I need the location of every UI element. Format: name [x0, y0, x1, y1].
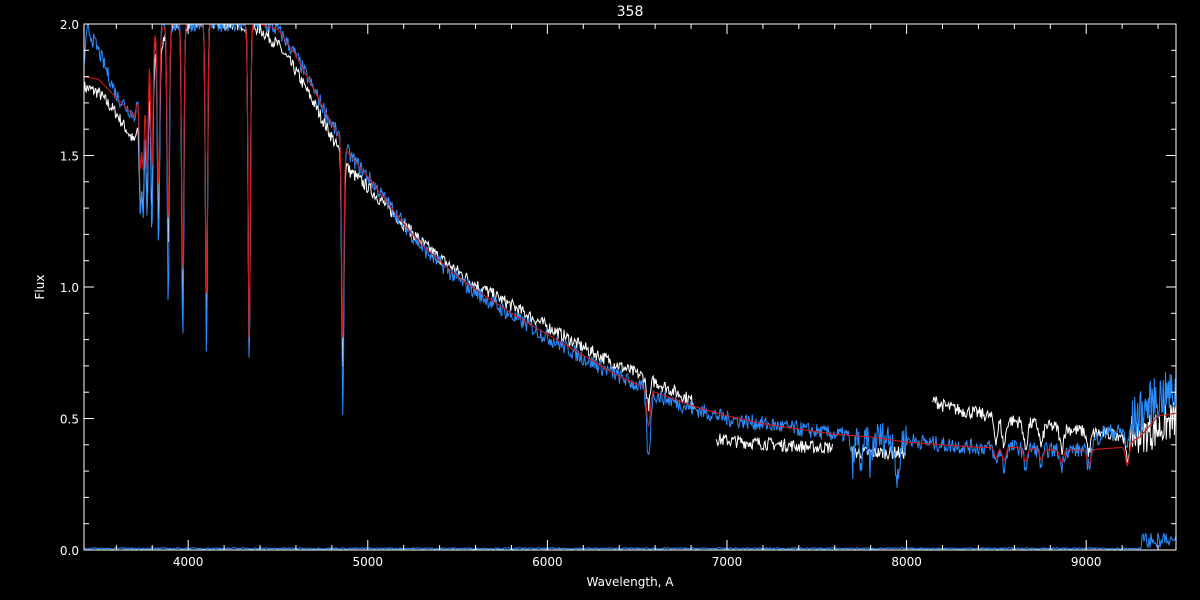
x-tick-label: 7000 — [712, 555, 743, 569]
chart-title: 358 — [617, 4, 644, 20]
y-tick-label: 0.0 — [60, 544, 79, 558]
spectrum-chart: 4000 5000 6000 7000 8000 90000.00.51.01.52.0 … — [0, 0, 1200, 600]
y-tick-label: 0.5 — [60, 413, 79, 427]
x-tick-label: 4000 — [173, 555, 204, 569]
chart-background — [0, 0, 1200, 600]
x-axis-label: Wavelength, A — [586, 575, 674, 589]
x-tick-label: 8000 — [891, 555, 922, 569]
x-tick-label: 9000 — [1071, 555, 1102, 569]
x-tick-label: 6000 — [532, 555, 563, 569]
x-tick-label: 5000 — [353, 555, 384, 569]
y-tick-label: 2.0 — [60, 18, 79, 32]
y-tick-label: 1.0 — [60, 281, 79, 295]
y-tick-label: 1.5 — [60, 150, 79, 164]
y-axis-label: Flux — [33, 275, 47, 300]
